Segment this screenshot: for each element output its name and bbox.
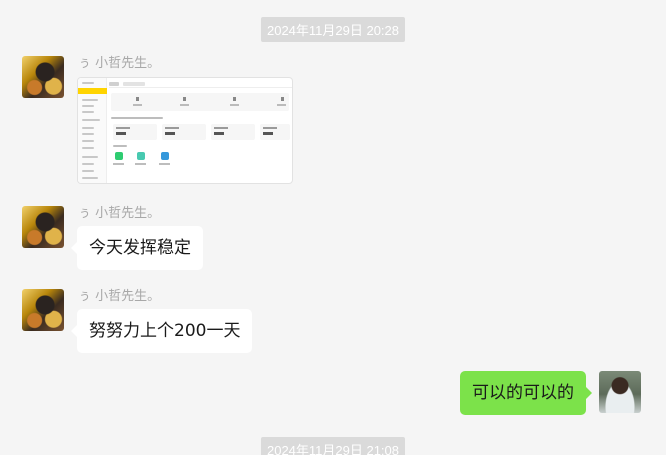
thumbnail-app-icon <box>137 152 145 160</box>
avatar[interactable] <box>22 289 64 331</box>
timestamp: 2024年11月29日 20:28 <box>260 17 406 42</box>
thumbnail-text <box>113 145 127 147</box>
thumbnail-card <box>260 124 290 140</box>
message-bubble-self[interactable]: 可以的可以的 <box>460 371 592 415</box>
chat-window: 2024年11月29日 20:28 ぅ 小哲先生。 ぅ 小哲先生。 今天发挥稳定… <box>0 0 666 455</box>
thumbnail-app-icon <box>115 152 123 160</box>
sender-name: ぅ 小哲先生。 <box>78 206 161 221</box>
thumbnail-app-icon <box>161 152 169 160</box>
message-bubble[interactable]: 努努力上个200一天 <box>70 309 253 353</box>
avatar[interactable] <box>22 56 64 98</box>
thumbnail-card <box>211 124 255 140</box>
thumbnail-card <box>113 124 157 140</box>
avatar-self[interactable] <box>599 371 641 413</box>
avatar[interactable] <box>22 206 64 248</box>
timestamp: 2024年11月29日 21:08 <box>260 437 406 455</box>
message-bubble[interactable]: 今天发挥稳定 <box>71 226 203 270</box>
thumbnail-sidebar <box>78 78 107 183</box>
image-message-thumbnail[interactable] <box>77 77 293 184</box>
sender-name: ぅ 小哲先生。 <box>78 56 161 71</box>
sender-name: ぅ 小哲先生。 <box>78 289 161 304</box>
thumbnail-tabs <box>109 81 292 88</box>
thumbnail-text <box>111 117 163 119</box>
thumbnail-card <box>162 124 206 140</box>
thumbnail-stats <box>111 93 289 111</box>
